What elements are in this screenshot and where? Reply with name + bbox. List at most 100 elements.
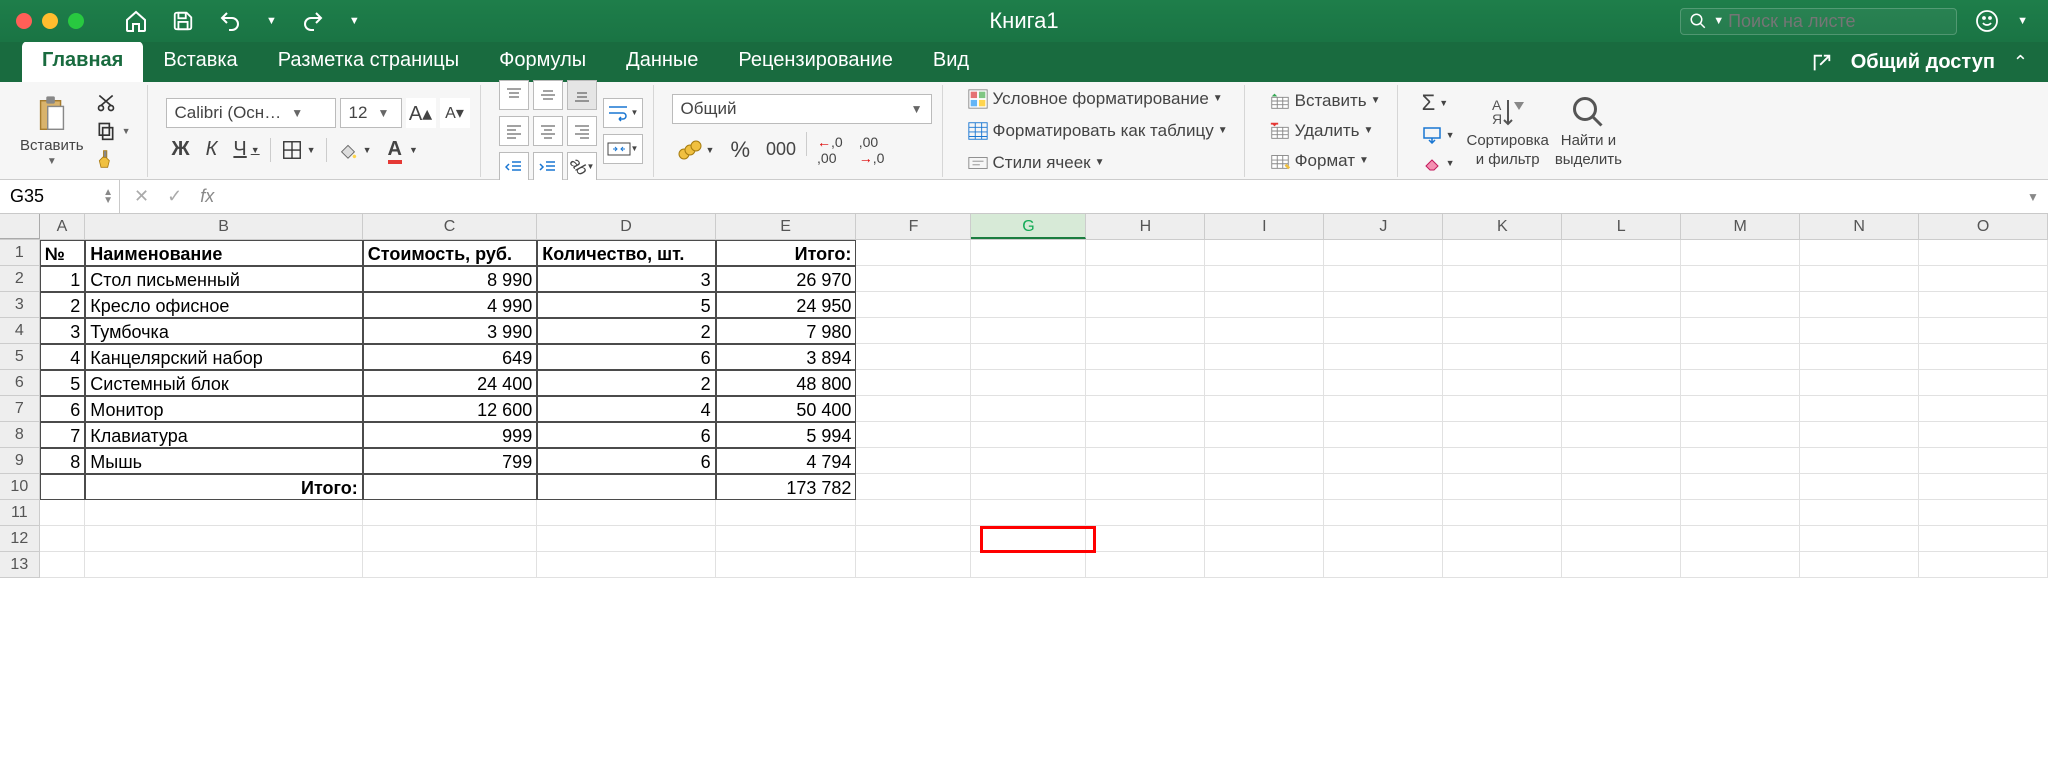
tab-insert[interactable]: Вставка <box>143 41 257 82</box>
cell[interactable] <box>1562 344 1681 370</box>
cell[interactable]: 1 <box>40 266 86 292</box>
cell[interactable] <box>1562 240 1681 266</box>
col-header[interactable]: H <box>1086 214 1205 239</box>
cell[interactable] <box>537 552 715 578</box>
cell[interactable] <box>1681 474 1800 500</box>
cell[interactable]: 48 800 <box>716 370 857 396</box>
row-header[interactable]: 6 <box>0 370 40 396</box>
format-cells-button[interactable]: Формат ▼ <box>1263 149 1375 173</box>
cell[interactable] <box>1562 526 1681 552</box>
cell[interactable] <box>971 396 1086 422</box>
align-middle-button[interactable] <box>533 80 563 110</box>
cell[interactable] <box>1205 474 1324 500</box>
cell[interactable] <box>1562 552 1681 578</box>
cell[interactable] <box>1324 396 1443 422</box>
col-header[interactable]: E <box>716 214 857 239</box>
cell[interactable] <box>1205 500 1324 526</box>
row-header[interactable]: 11 <box>0 500 40 526</box>
cell[interactable] <box>1562 370 1681 396</box>
cell[interactable] <box>85 526 362 552</box>
row-header[interactable]: 13 <box>0 552 40 578</box>
cell[interactable] <box>40 500 86 526</box>
collapse-ribbon-icon[interactable]: ⌃ <box>2013 52 2028 73</box>
cell[interactable] <box>971 552 1086 578</box>
cell[interactable] <box>1562 292 1681 318</box>
cell[interactable]: Итого: <box>716 240 857 266</box>
cell[interactable] <box>856 266 971 292</box>
cell[interactable] <box>1919 500 2048 526</box>
cell[interactable] <box>1443 422 1562 448</box>
cell[interactable] <box>856 240 971 266</box>
cut-button[interactable] <box>90 91 122 115</box>
cell[interactable] <box>856 448 971 474</box>
cell[interactable]: 26 970 <box>716 266 857 292</box>
cell[interactable] <box>1919 396 2048 422</box>
cell[interactable] <box>85 500 362 526</box>
expand-formula-bar-button[interactable]: ▼ <box>2018 190 2048 204</box>
col-header[interactable]: C <box>363 214 537 239</box>
cell[interactable] <box>1919 370 2048 396</box>
underline-button[interactable]: Ч ▼ <box>227 136 265 163</box>
cell[interactable] <box>1919 344 2048 370</box>
cell[interactable]: 2 <box>537 370 715 396</box>
format-painter-button[interactable] <box>90 147 122 171</box>
tab-page-layout[interactable]: Разметка страницы <box>258 41 479 82</box>
cell[interactable] <box>1086 292 1205 318</box>
cell[interactable] <box>363 526 537 552</box>
cell[interactable] <box>1919 240 2048 266</box>
col-header[interactable]: M <box>1681 214 1800 239</box>
cell[interactable] <box>40 526 86 552</box>
cell[interactable] <box>1919 266 2048 292</box>
increase-indent-button[interactable] <box>533 152 563 182</box>
cell[interactable] <box>1205 292 1324 318</box>
cell[interactable] <box>856 370 971 396</box>
home-icon[interactable] <box>124 9 148 33</box>
cell[interactable] <box>1324 500 1443 526</box>
cell[interactable] <box>856 526 971 552</box>
cell[interactable]: 4 794 <box>716 448 857 474</box>
cell[interactable] <box>1086 370 1205 396</box>
cell[interactable] <box>1443 448 1562 474</box>
cell[interactable] <box>1324 266 1443 292</box>
increase-decimal-button[interactable]: ←,0,00 <box>811 132 849 168</box>
decrease-indent-button[interactable] <box>499 152 529 182</box>
borders-button[interactable]: ▼ <box>275 137 322 163</box>
row-header[interactable]: 2 <box>0 266 40 292</box>
cell[interactable]: 6 <box>537 448 715 474</box>
cell[interactable]: Тумбочка <box>85 318 362 344</box>
cell[interactable] <box>1205 552 1324 578</box>
font-name-select[interactable]: Calibri (Осн…▼ <box>166 98 336 128</box>
cell[interactable] <box>1324 344 1443 370</box>
cell[interactable]: Стоимость, руб. <box>363 240 537 266</box>
cell[interactable] <box>1086 448 1205 474</box>
row-header[interactable]: 12 <box>0 526 40 552</box>
close-window-button[interactable] <box>16 13 32 29</box>
cell[interactable] <box>537 500 715 526</box>
cell[interactable] <box>1800 292 1919 318</box>
col-header[interactable]: K <box>1443 214 1562 239</box>
cell[interactable] <box>971 474 1086 500</box>
cell[interactable] <box>1324 526 1443 552</box>
cell[interactable] <box>1324 370 1443 396</box>
cell-styles-button[interactable]: Стили ячеек ▼ <box>961 150 1111 176</box>
cell[interactable] <box>971 526 1086 552</box>
find-select-button[interactable]: Найти и выделить <box>1555 94 1622 168</box>
cell[interactable] <box>1681 552 1800 578</box>
cell[interactable] <box>1681 344 1800 370</box>
cell[interactable] <box>1443 370 1562 396</box>
undo-dropdown-icon[interactable]: ▼ <box>266 15 277 27</box>
cell[interactable] <box>856 318 971 344</box>
cell[interactable] <box>856 292 971 318</box>
cell[interactable] <box>1086 396 1205 422</box>
font-color-button[interactable]: А▼ <box>382 136 424 163</box>
cell[interactable] <box>1443 552 1562 578</box>
col-header[interactable]: G <box>971 214 1086 239</box>
col-header[interactable]: I <box>1205 214 1324 239</box>
cell[interactable] <box>1562 318 1681 344</box>
align-left-button[interactable] <box>499 116 529 146</box>
cell[interactable]: 2 <box>40 292 86 318</box>
cell[interactable]: 799 <box>363 448 537 474</box>
cell[interactable] <box>1919 474 2048 500</box>
cell[interactable] <box>1919 526 2048 552</box>
accounting-format-button[interactable]: ▼ <box>672 132 721 168</box>
